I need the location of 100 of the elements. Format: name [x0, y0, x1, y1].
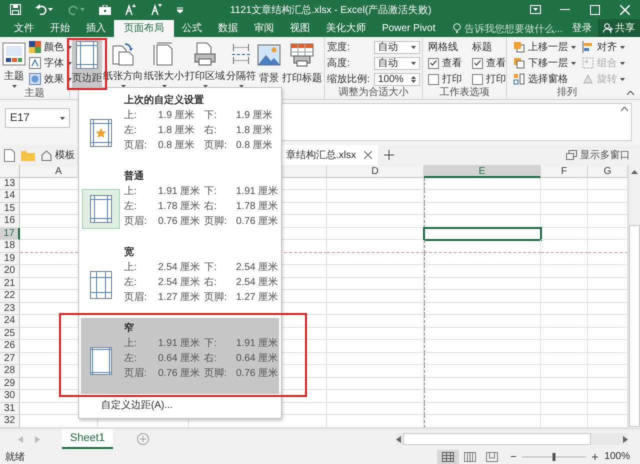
- checkbox[interactable]: [472, 58, 483, 68]
- checkbox[interactable]: [428, 74, 439, 84]
- grid-cell[interactable]: [327, 178, 424, 190]
- checkbox[interactable]: [472, 74, 483, 84]
- ribbon-tab[interactable]: 数据: [210, 20, 246, 37]
- checkbox-option[interactable]: 打印: [472, 71, 506, 87]
- save-icon[interactable]: [10, 4, 21, 15]
- checkbox-option[interactable]: 查看: [428, 55, 462, 71]
- grid-cell[interactable]: [424, 378, 541, 390]
- grid-cell[interactable]: [327, 328, 424, 340]
- arrange-button[interactable]: 上移一层: [513, 39, 576, 55]
- grid-cell[interactable]: [327, 315, 424, 328]
- row-header[interactable]: 20: [0, 265, 20, 278]
- tell-me-field[interactable]: 告诉我您想要做什么...: [453, 20, 563, 37]
- row-header[interactable]: 17: [0, 228, 20, 240]
- collapse-icon[interactable]: [621, 107, 628, 111]
- active-cell[interactable]: [424, 228, 541, 240]
- add-tab-icon[interactable]: [384, 150, 394, 160]
- row-header[interactable]: 26: [0, 340, 20, 352]
- vertical-scrollbar[interactable]: [628, 165, 640, 428]
- grid-cell[interactable]: [424, 178, 541, 190]
- row-header[interactable]: 19: [0, 252, 20, 265]
- ribbon-tab[interactable]: 视图: [282, 20, 318, 37]
- grid-cell[interactable]: [424, 390, 541, 402]
- template-tab[interactable]: 模板: [41, 148, 75, 162]
- scroll-up-icon[interactable]: [631, 169, 638, 175]
- row-header[interactable]: 22: [0, 290, 20, 302]
- margin-preset-item[interactable]: 上次的自定义设置 上: 1.9 厘米 下: 1.9 厘米 左: 1.8 厘米 右: 1.8 厘米 页眉: 0.8 厘米 页脚: 0.8 厘米: [81, 90, 279, 166]
- row-header[interactable]: 23: [0, 302, 20, 315]
- grid-cell[interactable]: [541, 302, 588, 315]
- name-box[interactable]: E17: [5, 108, 70, 128]
- column-header[interactable]: D: [327, 165, 424, 178]
- grid-cell[interactable]: [327, 402, 424, 415]
- grid-cell[interactable]: [327, 340, 424, 352]
- row-header[interactable]: 27: [0, 352, 20, 365]
- grid-cell[interactable]: [424, 402, 541, 415]
- arrange-button[interactable]: 选择窗格: [513, 71, 576, 87]
- grid-cell[interactable]: [424, 202, 541, 215]
- grid-cell[interactable]: [424, 328, 541, 340]
- row-header[interactable]: 13: [0, 178, 20, 190]
- sheet-tab[interactable]: Sheet1: [62, 429, 113, 449]
- customize-icon[interactable]: [177, 6, 183, 12]
- grid-cell[interactable]: [541, 265, 588, 278]
- new-file-icon[interactable]: [4, 148, 15, 162]
- grid-cell[interactable]: [541, 215, 588, 228]
- row-header[interactable]: 18: [0, 240, 20, 252]
- scale-dropdown[interactable]: 自动: [374, 40, 420, 54]
- grid-cell[interactable]: [541, 178, 588, 190]
- page-setup-button[interactable]: 分隔符: [226, 39, 256, 88]
- grid-cell[interactable]: [327, 390, 424, 402]
- share-button[interactable]: 共享: [598, 19, 640, 37]
- next-sheet-icon[interactable]: [35, 436, 40, 442]
- theme-option-button[interactable]: 颜色: [29, 39, 72, 55]
- themes-button[interactable]: 主题: [2, 39, 26, 88]
- grid-cell[interactable]: [327, 302, 424, 315]
- scroll-right-icon[interactable]: [623, 436, 628, 442]
- arrange-button[interactable]: 下移一层: [513, 55, 576, 71]
- multi-window-button[interactable]: 显示多窗口: [566, 148, 630, 162]
- horizontal-scrollbar[interactable]: [396, 433, 628, 445]
- arrange-button[interactable]: 对齐: [582, 39, 625, 55]
- row-header[interactable]: 31: [0, 402, 20, 415]
- row-header[interactable]: 16: [0, 215, 20, 228]
- ribbon-tab[interactable]: 插入: [78, 20, 114, 37]
- grid-cell[interactable]: [541, 390, 588, 402]
- page-setup-button[interactable]: 页边距: [72, 39, 102, 88]
- ribbon-tab[interactable]: 美化大师: [318, 20, 374, 37]
- font-shrink-icon[interactable]: [151, 4, 163, 15]
- grid-cell[interactable]: [541, 202, 588, 215]
- redo-icon[interactable]: [67, 4, 85, 15]
- sign-in-link[interactable]: 登录: [566, 20, 598, 37]
- grid-cell[interactable]: [424, 265, 541, 278]
- grid-cell[interactable]: [424, 352, 541, 365]
- grid-cell[interactable]: [327, 378, 424, 390]
- grid-cell[interactable]: [541, 240, 588, 252]
- previous-sheet-icon[interactable]: [18, 436, 23, 442]
- grid-cell[interactable]: [541, 340, 588, 352]
- grid-cell[interactable]: [541, 252, 588, 265]
- ribbon-tab[interactable]: 公式: [174, 20, 210, 37]
- grid-cell[interactable]: [541, 315, 588, 328]
- margin-preset-item[interactable]: 宽 上: 2.54 厘米 下: 2.54 厘米 左: 2.54 厘米 右: 2.54 厘米 页眉: 1.27 厘米 页脚: 1.27 厘米: [81, 242, 279, 318]
- ribbon-tab[interactable]: 审阅: [246, 20, 282, 37]
- grid-cell[interactable]: [424, 190, 541, 202]
- grid-cell[interactable]: [327, 290, 424, 302]
- ribbon-tab[interactable]: Power Pivot: [374, 20, 444, 37]
- close-icon[interactable]: [364, 151, 372, 159]
- row-header[interactable]: 21: [0, 278, 20, 290]
- grid-cell[interactable]: [541, 190, 588, 202]
- grid-cell[interactable]: [541, 402, 588, 415]
- column-header[interactable]: G: [588, 165, 628, 178]
- folder-icon[interactable]: [21, 150, 35, 160]
- select-all-corner[interactable]: [0, 165, 20, 178]
- grid-cell[interactable]: [541, 290, 588, 302]
- scale-spinner[interactable]: 100%: [374, 72, 420, 86]
- grid-cell[interactable]: [541, 228, 588, 240]
- row-header[interactable]: 24: [0, 315, 20, 328]
- page-setup-button[interactable]: 纸张大小: [144, 39, 184, 88]
- undo-icon[interactable]: [35, 4, 53, 15]
- grid-cell[interactable]: [424, 315, 541, 328]
- grid-cell[interactable]: [327, 352, 424, 365]
- collapse-ribbon-icon[interactable]: [627, 91, 634, 95]
